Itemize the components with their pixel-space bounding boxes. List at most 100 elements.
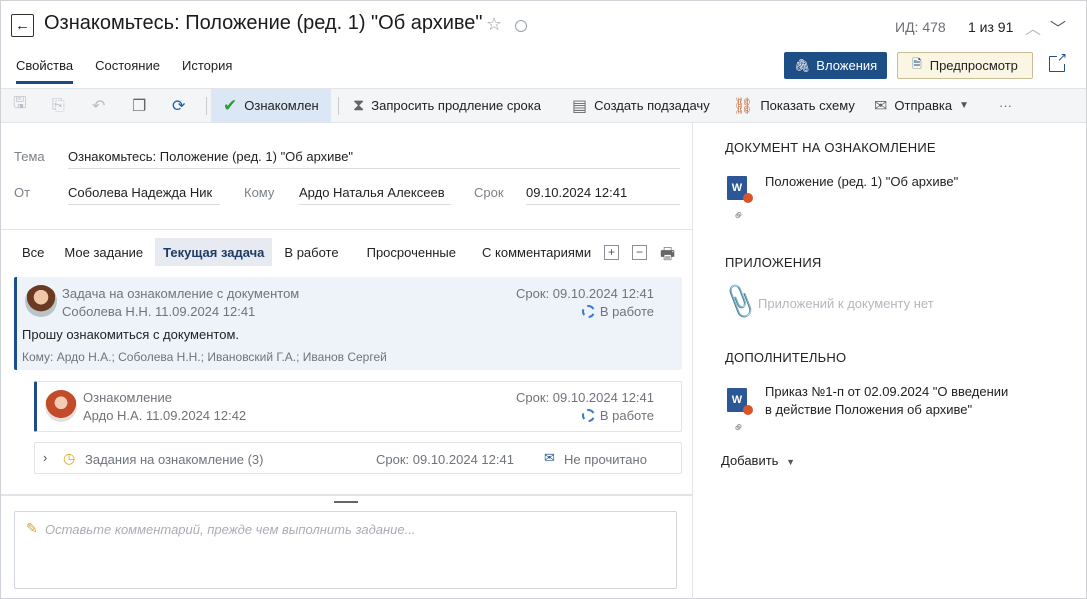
deadline-field[interactable]: 09.10.2024 12:41 xyxy=(526,185,680,205)
arrow-left-icon: ← xyxy=(15,17,30,34)
status-circle-icon[interactable] xyxy=(515,20,527,32)
tasks-group-row[interactable]: › ◷ Задания на ознакомление (3) Срок: 09… xyxy=(34,442,682,474)
task-recipients: Кому: Ардо Н.А.; Соболева Н.Н.; Ивановск… xyxy=(22,350,387,364)
request-extension-button[interactable]: ⧗ Запросить продление срока xyxy=(353,89,541,122)
from-field[interactable]: Соболева Надежда Ник xyxy=(68,185,220,205)
check-icon: ✔ xyxy=(223,95,238,115)
copy-icon: ❐ xyxy=(132,97,147,115)
tab-properties[interactable]: Свойства xyxy=(16,58,74,84)
paperclip-icon: 🖇 xyxy=(793,57,811,73)
show-scheme-button[interactable]: ⛓ Показать схему xyxy=(733,89,855,122)
in-progress-icon xyxy=(581,409,595,422)
document-link[interactable]: Положение (ред. 1) "Об архиве" xyxy=(765,173,958,191)
toolbar: 🖫 ⎘ ↶ ❐ ⟳ ✔ Ознакомлен ⧗ Запросить продл… xyxy=(1,88,1086,123)
tasks-group-status: Не прочитано xyxy=(564,452,647,467)
pager: 1 из 91 xyxy=(968,19,1014,35)
comment-input[interactable]: ✎ Оставьте комментарий, прежде чем выпол… xyxy=(14,511,677,589)
subtask-card[interactable]: Ознакомление Ардо Н.А. 11.09.2024 12:42 … xyxy=(34,381,682,432)
filter-all[interactable]: Все xyxy=(14,238,52,266)
seal-badge-icon xyxy=(743,405,753,415)
extra-document-line1: Приказ №1-п от 02.09.2024 "О введении xyxy=(765,384,1009,399)
filter-my-task[interactable]: Мое задание xyxy=(56,238,151,266)
subject-label: Тема xyxy=(14,149,45,164)
request-extension-label: Запросить продление срока xyxy=(371,98,541,113)
chevron-down-icon: ▼ xyxy=(959,100,969,111)
save-close-icon: ⎘ xyxy=(52,96,65,114)
send-label: Отправка xyxy=(894,98,953,113)
filter-with-comments[interactable]: С комментариями xyxy=(474,238,599,266)
acknowledged-label: Ознакомлен xyxy=(244,98,319,113)
resize-grip[interactable] xyxy=(334,501,358,503)
subtask-status: В работе xyxy=(581,408,654,423)
filter-current-task[interactable]: Текущая задача xyxy=(155,238,273,266)
document-search-icon: 🗎 xyxy=(912,57,922,71)
more-button[interactable]: ··· xyxy=(999,89,1012,122)
send-icon: ✉ xyxy=(874,97,888,115)
task-status: В работе xyxy=(581,304,654,319)
document-id: ИД: 478 xyxy=(895,19,946,35)
chevron-down-icon: ▼ xyxy=(786,457,795,467)
subtask-deadline: Срок: 09.10.2024 12:41 xyxy=(516,390,654,405)
task-author-date: Соболева Н.Н. 11.09.2024 12:41 xyxy=(62,304,256,319)
send-dropdown[interactable]: ✉ Отправка ▼ xyxy=(874,89,969,122)
save-icon: 🖫 xyxy=(13,95,27,112)
star-outline-icon[interactable]: ☆ xyxy=(486,14,502,35)
show-scheme-label: Показать схему xyxy=(760,98,855,113)
attachments-label: Вложения xyxy=(816,58,878,73)
printer-icon[interactable]: 🖶 xyxy=(660,243,675,270)
chevron-down-icon[interactable]: ﹀ xyxy=(1050,15,1066,39)
undo-button[interactable]: ↶ xyxy=(92,89,105,122)
undo-icon: ↶ xyxy=(92,97,106,115)
toolbar-divider xyxy=(206,97,207,115)
task-filter-tabs: Все Мое задание Текущая задача В работе … xyxy=(14,238,603,266)
attachments-empty-text: Приложений к документу нет xyxy=(758,296,934,311)
unread-mail-icon: ✉ xyxy=(544,450,555,465)
preview-label: Предпросмотр xyxy=(929,58,1018,73)
tab-state[interactable]: Состояние xyxy=(95,58,160,84)
refresh-button[interactable]: ⟳ xyxy=(172,89,185,122)
chevron-up-icon[interactable]: ︿ xyxy=(1025,15,1041,39)
extra-document-line2: в действие Положения об архиве" xyxy=(765,402,973,417)
comment-splitter[interactable] xyxy=(1,494,692,496)
page-title: Ознакомьтесь: Положение (ред. 1) "Об арх… xyxy=(44,12,483,34)
task-card[interactable]: Задача на ознакомление с документом Собо… xyxy=(14,277,682,370)
attachments-section-title: ПРИЛОЖЕНИЯ xyxy=(725,255,822,270)
save-button[interactable]: 🖫 xyxy=(13,89,27,122)
filter-in-progress[interactable]: В работе xyxy=(276,238,346,266)
extra-section-title: ДОПОЛНИТЕЛЬНО xyxy=(725,350,847,365)
expand-all-icon[interactable]: + xyxy=(604,245,619,260)
tab-history[interactable]: История xyxy=(182,58,232,84)
in-progress-icon xyxy=(581,305,595,318)
collapse-all-icon[interactable]: − xyxy=(632,245,647,260)
attachments-button[interactable]: 🖇 Вложения xyxy=(784,52,887,79)
filter-overdue[interactable]: Просроченные xyxy=(359,238,464,266)
save-close-button[interactable]: ⎘ xyxy=(52,89,65,122)
subtask-status-label: В работе xyxy=(599,408,654,423)
task-body: Прошу ознакомиться с документом. xyxy=(22,327,239,342)
chevron-right-icon[interactable]: › xyxy=(43,450,47,465)
copy-button[interactable]: ❐ xyxy=(132,89,146,122)
task-title: Задача на ознакомление с документом xyxy=(62,286,300,301)
subject-field[interactable]: Ознакомьтесь: Положение (ред. 1) "Об арх… xyxy=(68,149,680,169)
back-button[interactable]: ← xyxy=(11,14,34,37)
comment-placeholder: Оставьте комментарий, прежде чем выполни… xyxy=(45,522,416,537)
subtask-author-date: Ардо Н.А. 11.09.2024 12:42 xyxy=(83,408,247,423)
acknowledged-button[interactable]: ✔ Ознакомлен xyxy=(211,89,331,122)
subtask-title: Ознакомление xyxy=(83,390,172,405)
extra-document-link[interactable]: Приказ №1-п от 02.09.2024 "О введении в … xyxy=(765,383,1008,419)
pencil-icon: ✎ xyxy=(26,520,38,536)
to-field[interactable]: Ардо Наталья Алексеев xyxy=(299,185,451,205)
add-dropdown[interactable]: Добавить ▼ xyxy=(721,453,795,468)
panel-divider xyxy=(692,123,693,599)
to-label: Кому xyxy=(244,185,275,200)
tasks-group-deadline: Срок: 09.10.2024 12:41 xyxy=(376,452,514,467)
scheme-icon: ⛓ xyxy=(733,97,754,115)
seal-badge-icon xyxy=(743,193,753,203)
create-subtask-button[interactable]: ▤ Создать подзадачу xyxy=(572,89,710,122)
open-external-icon[interactable] xyxy=(1049,50,1067,72)
avatar xyxy=(25,285,57,317)
avatar xyxy=(45,390,77,422)
add-label: Добавить xyxy=(721,453,779,468)
from-label: От xyxy=(14,185,31,200)
preview-button[interactable]: 🗎 Предпросмотр xyxy=(897,52,1033,79)
